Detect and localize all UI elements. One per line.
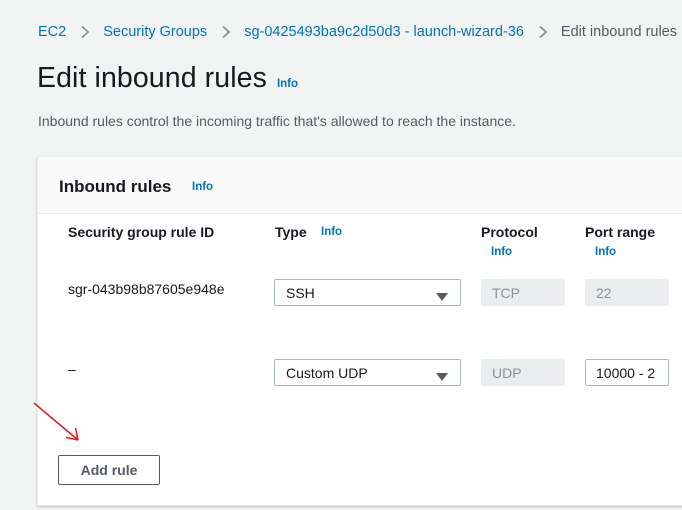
panel-info-link[interactable]: Info <box>192 181 213 193</box>
caret-down-icon <box>436 369 448 385</box>
port-range-input-row-2[interactable]: 10000 - 2 <box>585 359 669 386</box>
type-select-value: Custom UDP <box>286 365 368 381</box>
rule-id-cell: – <box>68 361 76 377</box>
panel-title: Inbound rules <box>59 177 172 196</box>
protocol-field-row-2: UDP <box>481 359 565 386</box>
column-header-protocol: Protocol <box>481 224 538 240</box>
port-range-info-link[interactable]: Info <box>595 246 616 258</box>
breadcrumb-link-security-groups[interactable]: Security Groups <box>103 24 207 40</box>
breadcrumb-current: Edit inbound rules <box>560 24 677 40</box>
type-info-link[interactable]: Info <box>321 226 342 238</box>
page-header: Edit inbound rules Info <box>37 62 298 95</box>
add-rule-button[interactable]: Add rule <box>58 455 160 485</box>
port-range-value: 10000 - 2 <box>596 365 656 381</box>
port-range-field-row-1: 22 <box>585 279 669 306</box>
breadcrumb: EC2 Security Groups sg-0425493ba9c2d50d3… <box>38 22 677 42</box>
chevron-right-icon <box>536 25 550 39</box>
breadcrumb-link-security-group[interactable]: sg-0425493ba9c2d50d3 - launch-wizard-36 <box>244 24 524 40</box>
port-range-value: 22 <box>596 285 612 301</box>
type-select-row-1[interactable]: SSH <box>274 279 461 306</box>
column-header-type: Type <box>275 224 307 240</box>
protocol-info-link[interactable]: Info <box>491 246 512 258</box>
protocol-value: UDP <box>492 365 522 381</box>
rule-id-cell: sgr-043b98b87605e948e <box>68 281 225 297</box>
type-select-row-2[interactable]: Custom UDP <box>274 359 461 386</box>
caret-down-icon <box>436 289 448 305</box>
inbound-rules-panel: Inbound rules Info <box>37 156 682 506</box>
protocol-value: TCP <box>492 285 520 301</box>
breadcrumb-link-ec2[interactable]: EC2 <box>38 24 66 40</box>
column-header-port-range: Port range <box>585 224 656 240</box>
protocol-field-row-1: TCP <box>481 279 565 306</box>
panel-header: Inbound rules Info <box>38 157 682 214</box>
annotation-arrow-icon <box>33 402 79 441</box>
page-info-link[interactable]: Info <box>277 78 298 90</box>
page-description: Inbound rules control the incoming traff… <box>38 113 516 129</box>
chevron-right-icon <box>219 25 233 39</box>
column-header-rule-id: Security group rule ID <box>68 224 215 240</box>
type-select-value: SSH <box>286 285 315 301</box>
chevron-right-icon <box>78 25 92 39</box>
page-title: Edit inbound rules <box>37 62 267 94</box>
